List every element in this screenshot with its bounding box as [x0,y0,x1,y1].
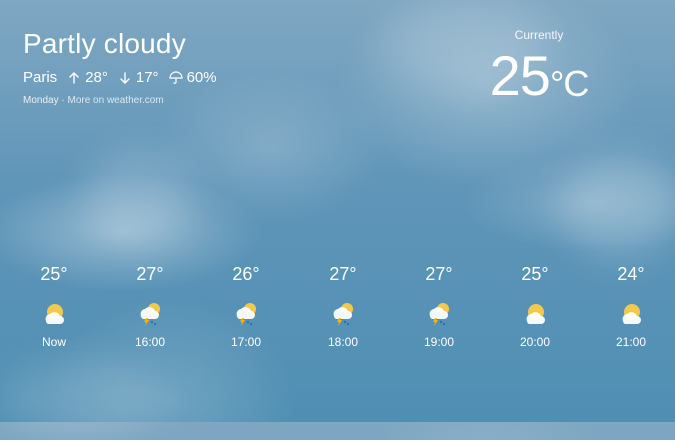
background-cloud-blur [85,150,195,240]
forecast-temp: 27° [329,264,357,284]
forecast-time: Now [41,335,66,349]
arrow-down-icon [120,71,130,84]
forecast-temp: 25° [40,264,68,284]
forecast-hour[interactable]: 27° 16:00 [120,264,180,349]
current-temp-unit: °C [549,63,589,104]
forecast-hour[interactable]: 25° Now [24,264,84,349]
thunderstorm-icon [313,301,373,327]
precipitation: 60% [168,69,217,86]
forecast-hour[interactable]: 27° 18:00 [313,264,373,349]
condition-title: Partly cloudy [23,28,186,59]
precipitation-value: 60% [186,69,217,86]
forecast-time: 19:00 [423,335,455,349]
separator: · [61,95,65,106]
thunderstorm-icon [120,301,180,327]
thunderstorm-icon [216,301,276,327]
current-temp-value: 25 [489,44,551,107]
partly-cloudy-icon [24,301,84,327]
forecast-temp: 26° [232,264,260,284]
forecast-temp: 25° [521,264,549,284]
forecast-hour[interactable]: 24° 21:00 [601,264,661,349]
weather-stats: Paris 28° 17° 60% [23,69,217,86]
forecast-time: 17:00 [230,335,262,349]
forecast-temp: 27° [425,264,453,284]
forecast-temp: 27° [136,264,164,284]
city-name: Paris [23,69,58,86]
forecast-time: 21:00 [615,335,647,349]
background-cloud-blur [560,150,675,260]
umbrella-icon [168,70,183,84]
partly-cloudy-icon [505,301,565,327]
forecast-hour[interactable]: 25° 20:00 [505,264,565,349]
currently-label: Currently [514,28,564,42]
low-temp-value: 17° [135,69,159,86]
high-temp: 28° [67,69,108,86]
low-temp: 17° [118,69,159,86]
weather-summary: Partly cloudy Paris 28° 17° 60% Monday ·… [23,28,217,106]
partly-cloudy-icon [601,301,661,327]
current-temperature: 25°C [479,44,599,108]
hourly-forecast: 25° Now 27° 16:00 26° 17:00 27° 18:00 27° 19:00 25… [0,264,675,374]
forecast-time: 20:00 [519,335,551,349]
forecast-hour[interactable]: 27° 19:00 [409,264,469,349]
thunderstorm-icon [409,301,469,327]
forecast-time: 18:00 [327,335,359,349]
more-on-weather-link[interactable]: More on weather.com [67,95,163,106]
arrow-up-icon [69,71,79,84]
meta-line: Monday · More on weather.com [23,95,217,106]
current-conditions: Currently 25°C [479,28,599,108]
high-temp-value: 28° [85,69,108,86]
forecast-time: 16:00 [134,335,166,349]
day-label: Monday [23,95,59,106]
forecast-temp: 24° [617,264,645,284]
forecast-hour[interactable]: 26° 17:00 [216,264,276,349]
